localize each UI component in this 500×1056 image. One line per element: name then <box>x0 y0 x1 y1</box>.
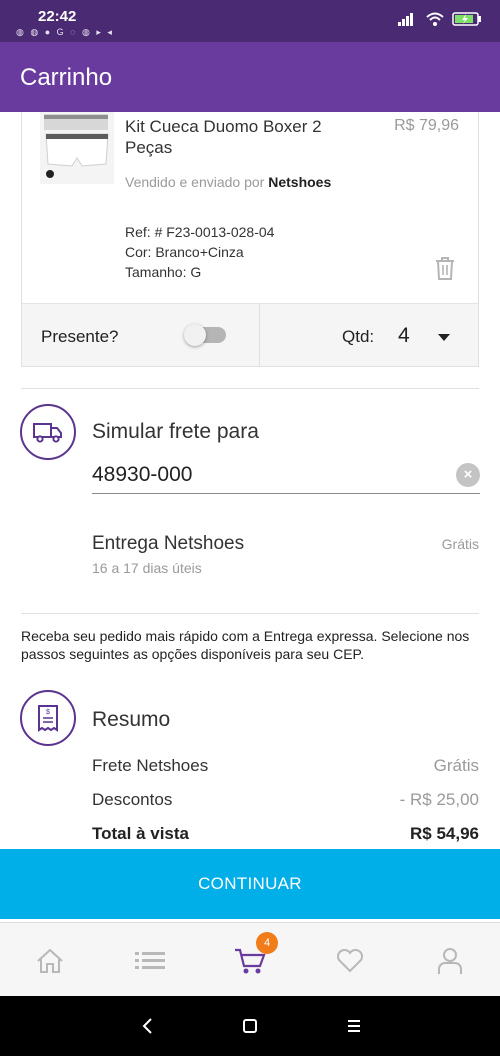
nav-profile[interactable] <box>430 943 470 979</box>
product-ref: Ref: # F23-0013-028-04 <box>125 224 275 240</box>
quantity-label: Qtd: <box>342 327 375 346</box>
status-right <box>398 12 482 26</box>
shipping-title: Simular frete para <box>92 420 259 443</box>
summary-row-value: - R$ 25,00 <box>399 790 479 809</box>
toggle-knob <box>184 324 206 346</box>
total-label: Total à vista <box>92 824 189 843</box>
nav-categories[interactable] <box>130 943 170 979</box>
back-icon <box>142 1018 152 1034</box>
nav-favorites[interactable] <box>330 943 370 979</box>
divider <box>21 388 479 389</box>
total-value: R$ 54,96 <box>410 824 479 843</box>
profile-icon <box>438 948 462 974</box>
chevron-down-icon[interactable] <box>438 334 450 341</box>
summary-row-value: Grátis <box>433 756 479 775</box>
svg-text:$: $ <box>46 709 50 716</box>
summary-title: Resumo <box>92 708 171 731</box>
gift-label: Presente? <box>41 327 119 346</box>
cep-value: 48930-000 <box>92 463 193 486</box>
signal-icon <box>398 13 413 26</box>
summary-row-label: Frete Netshoes <box>92 756 209 775</box>
trash-icon <box>436 257 454 280</box>
notification-icons: ◍ ◍ ● G ◌ ◍ ▸ ◂ <box>16 27 114 37</box>
bottom-nav <box>0 922 500 996</box>
nav-home[interactable] <box>30 943 70 979</box>
remove-item-button[interactable] <box>434 256 456 285</box>
close-icon[interactable]: × <box>456 463 480 487</box>
truck-icon <box>33 423 62 443</box>
product-color: Cor: Branco+Cinza <box>125 244 244 260</box>
receipt-icon: $ <box>38 705 58 732</box>
back-button[interactable] <box>136 1014 160 1038</box>
home-system-button[interactable] <box>238 1014 262 1038</box>
product-price: R$ 79,96 <box>394 117 459 134</box>
shipping-icon-circle <box>20 404 76 460</box>
status-bar: 22:42 ◍ ◍ ● G ◌ ◍ ▸ ◂ <box>0 0 500 42</box>
cep-field[interactable]: 48930-000 × <box>92 458 480 494</box>
system-nav-bar <box>0 996 500 1056</box>
status-time: 22:42 <box>38 8 77 25</box>
product-image[interactable] <box>40 112 114 184</box>
seller-info: Vendido e enviado por Netshoes <box>125 174 331 190</box>
heart-icon <box>336 949 364 973</box>
cart-item-card: Kit Cueca Duomo Boxer 2 Peças R$ 79,96 V… <box>21 112 479 367</box>
seller-prefix: Vendido e enviado por <box>125 174 265 190</box>
summary-row-label: Descontos <box>92 790 173 809</box>
divider <box>21 613 479 614</box>
recents-button[interactable] <box>342 1014 366 1038</box>
shipping-option-price: Grátis <box>441 536 479 552</box>
product-name[interactable]: Kit Cueca Duomo Boxer 2 Peças <box>125 116 345 158</box>
menu-icon <box>348 1020 360 1032</box>
battery-icon <box>452 12 481 26</box>
page-title: Carrinho <box>20 64 113 91</box>
square-icon <box>243 1019 257 1033</box>
app-bar: Carrinho <box>0 42 500 112</box>
product-size: Tamanho: G <box>125 264 202 280</box>
summary-icon-circle: $ <box>20 690 76 746</box>
shipping-option-time: 16 a 17 dias úteis <box>92 560 202 576</box>
quantity-select[interactable]: 4 <box>398 324 410 348</box>
gift-toggle[interactable] <box>184 324 226 346</box>
express-delivery-note: Receba seu pedido mais rápido com a Entr… <box>21 628 470 662</box>
wifi-icon <box>426 12 444 26</box>
seller-name: Netshoes <box>268 174 332 190</box>
divider <box>259 304 260 367</box>
list-icon <box>135 952 165 969</box>
item-options: Presente? Qtd: 4 <box>22 303 478 367</box>
continue-button[interactable]: CONTINUAR <box>0 849 500 919</box>
shipping-option-name: Entrega Netshoes <box>92 533 245 554</box>
cart-count-badge: 4 <box>256 932 278 954</box>
home-icon <box>37 948 63 973</box>
